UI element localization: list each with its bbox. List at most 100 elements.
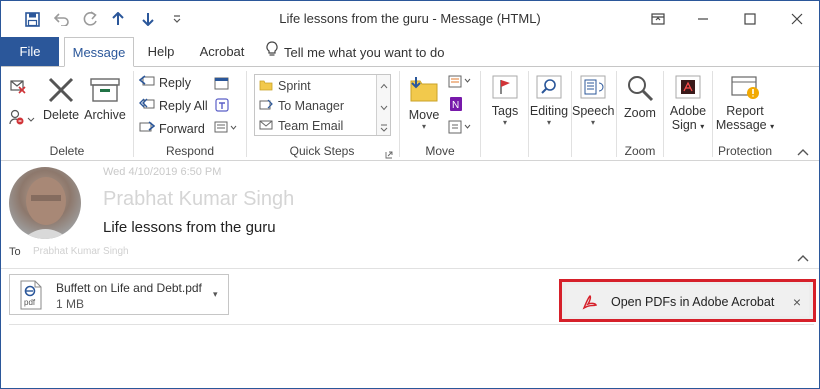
zoom-button[interactable]: Zoom <box>621 73 659 120</box>
quick-step-label: Sprint <box>278 79 311 93</box>
reply-button[interactable]: Reply <box>138 74 191 91</box>
dropdown-arrow-icon: ▾ <box>546 118 551 127</box>
zoom-label: Zoom <box>624 106 656 120</box>
reply-all-label: Reply All <box>159 98 208 113</box>
expand-gallery-icon[interactable] <box>380 121 388 135</box>
maximize-icon[interactable] <box>740 9 760 29</box>
attachment-card[interactable]: pdf Buffett on Life and Debt.pdf 1 MB ▾ <box>9 274 229 315</box>
adobe-sign-icon <box>673 75 703 104</box>
svg-text:N: N <box>452 100 459 111</box>
reply-all-button[interactable]: Reply All <box>139 97 208 114</box>
ribbon: Delete Archive Delete Reply Reply All Fo… <box>1 66 819 161</box>
dropdown-arrow-icon: ▾ <box>770 122 775 131</box>
dialog-launcher-icon[interactable] <box>385 148 393 162</box>
banner-close-button[interactable]: × <box>793 294 801 310</box>
zoom-icon <box>625 76 655 106</box>
dropdown-arrow-icon: ▾ <box>590 118 595 127</box>
actions-icon[interactable] <box>448 119 474 138</box>
adobe-acrobat-banner: Open PDFs in Adobe Acrobat × <box>559 279 816 322</box>
forward-button[interactable]: Forward <box>139 120 205 137</box>
dropdown-arrow-icon: ▾ <box>421 122 426 131</box>
tags-label: Tags <box>491 104 519 118</box>
archive-icon <box>89 78 121 108</box>
quick-step-team-email[interactable]: Team Email <box>259 117 343 135</box>
report-message-label-line2-text: Message <box>715 118 767 132</box>
onenote-icon[interactable]: N <box>448 96 464 115</box>
archive-button[interactable]: Archive <box>83 75 127 122</box>
outlook-message-window: Life lessons from the guru - Message (HT… <box>0 0 820 389</box>
quick-step-sprint[interactable]: Sprint <box>259 77 311 95</box>
pdf-file-icon: pdf <box>20 280 42 313</box>
adobe-sign-label-line2: Sign ▾ <box>667 118 709 134</box>
report-message-label-line1: Report <box>726 104 764 118</box>
collapse-header-icon[interactable] <box>797 251 809 265</box>
tab-file[interactable]: File <box>1 37 59 67</box>
rules-icon[interactable] <box>448 73 474 92</box>
adobe-sign-button[interactable]: Adobe Sign ▾ <box>667 73 709 134</box>
read-aloud-icon <box>578 75 608 104</box>
quick-step-to-manager[interactable]: To Manager <box>259 97 344 115</box>
banner-body: Open PDFs in Adobe Acrobat × <box>566 285 809 316</box>
mail-icon <box>259 119 273 134</box>
header-divider <box>1 268 819 269</box>
ignore-icon[interactable] <box>9 77 27 98</box>
collapse-ribbon-icon[interactable] <box>797 145 809 159</box>
attachment-size: 1 MB <box>56 297 85 311</box>
acrobat-icon <box>582 294 598 313</box>
quick-steps-group-label: Quick Steps <box>289 144 355 158</box>
tab-acrobat[interactable]: Acrobat <box>195 37 249 67</box>
report-message-label-line2: Message ▾ <box>715 118 775 134</box>
adobe-sign-label-line1: Adobe <box>669 104 707 118</box>
open-pdfs-in-acrobat-link[interactable]: Open PDFs in Adobe Acrobat <box>611 295 774 309</box>
to-recipient[interactable]: Prabhat Kumar Singh <box>33 246 129 257</box>
tab-help[interactable]: Help <box>141 37 181 67</box>
title-bar: Life lessons from the guru - Message (HT… <box>1 1 819 37</box>
reply-label: Reply <box>159 75 191 90</box>
speech-button[interactable]: Speech ▾ <box>572 73 614 127</box>
close-icon[interactable] <box>787 9 807 29</box>
tell-me-search[interactable]: Tell me what you want to do <box>266 37 446 67</box>
tab-message[interactable]: Message <box>64 37 134 67</box>
meeting-icon[interactable] <box>214 75 230 94</box>
forward-mail-icon <box>259 99 273 114</box>
minimize-icon[interactable] <box>693 9 713 29</box>
dropdown-arrow-icon: ▾ <box>502 118 507 127</box>
file-type-label: pdf <box>24 298 36 307</box>
junk-icon[interactable] <box>9 109 35 130</box>
delete-label: Delete <box>43 108 80 122</box>
quick-step-label: Team Email <box>278 119 344 133</box>
attachment-divider <box>9 324 814 325</box>
flag-icon <box>490 75 520 104</box>
quick-steps-gallery: Sprint To Manager Team Email <box>254 74 391 136</box>
ribbon-tabs: File Message Help Acrobat Tell me what y… <box>1 37 819 67</box>
quick-steps-scrollbar[interactable] <box>376 75 390 135</box>
message-subject: Life lessons from the guru <box>103 219 276 236</box>
to-label: To <box>9 246 21 258</box>
protection-group-label: Protection <box>717 144 773 158</box>
sender-avatar[interactable] <box>9 167 81 239</box>
editing-button[interactable]: Editing ▾ <box>529 73 569 127</box>
report-message-icon <box>728 76 762 104</box>
teams-reply-icon[interactable] <box>214 97 230 116</box>
more-respond-icon[interactable] <box>214 120 238 137</box>
move-folder-icon <box>408 77 440 108</box>
adobe-sign-label-line2-text: Sign <box>671 118 697 132</box>
delete-icon <box>46 77 76 108</box>
move-group-label: Move <box>425 144 455 158</box>
ribbon-display-options-icon[interactable] <box>648 9 668 29</box>
scroll-down-icon[interactable] <box>380 100 388 114</box>
tags-button[interactable]: Tags ▾ <box>486 73 524 127</box>
quick-step-label: To Manager <box>278 99 345 113</box>
report-message-button[interactable]: Report Message ▾ <box>715 73 775 134</box>
sender-name[interactable]: Prabhat Kumar Singh <box>103 188 294 211</box>
reply-icon <box>138 74 155 91</box>
delete-button[interactable]: Delete <box>43 75 79 122</box>
tell-me-label: Tell me what you want to do <box>284 44 445 60</box>
scroll-up-icon[interactable] <box>380 78 388 92</box>
folder-icon <box>259 79 273 94</box>
attachment-menu-icon[interactable]: ▾ <box>213 289 218 300</box>
move-button[interactable]: Move ▾ <box>403 73 445 131</box>
forward-label: Forward <box>159 121 205 136</box>
lightbulb-icon <box>266 38 278 67</box>
archive-label: Archive <box>84 108 126 122</box>
